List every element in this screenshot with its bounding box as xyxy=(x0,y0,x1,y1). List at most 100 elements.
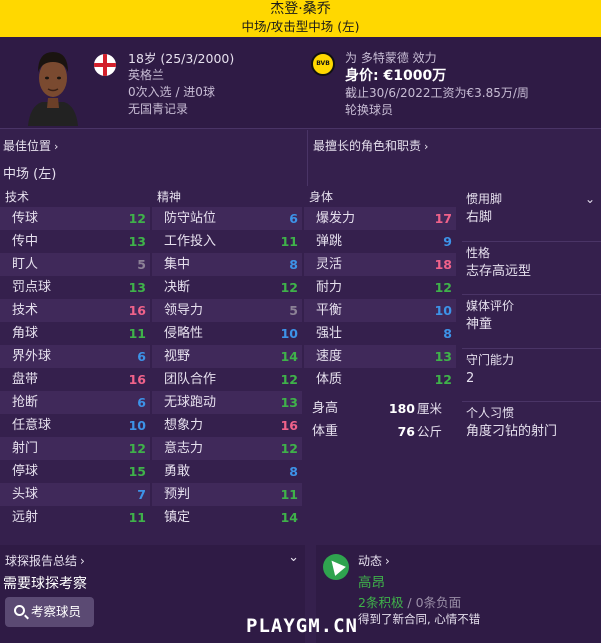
personality-title: 性格 xyxy=(466,245,491,260)
attribute-label: 强壮 xyxy=(316,326,343,341)
scout-report-title[interactable]: 球探报告总结 › xyxy=(5,552,85,569)
attribute-row[interactable]: 勇敢 8 xyxy=(152,460,302,483)
personality-value: 志存高远型 xyxy=(466,263,532,279)
attribute-value: 12 xyxy=(128,441,146,456)
attribute-value: 11 xyxy=(280,487,298,502)
best-role-panel[interactable]: 最擅长的角色和职责 › xyxy=(310,130,601,186)
attribute-value: 8 xyxy=(443,326,452,341)
attribute-label: 工作投入 xyxy=(164,234,217,249)
player-nationality[interactable]: 英格兰 xyxy=(128,67,234,84)
attribute-value: 12 xyxy=(434,280,452,295)
chevron-down-icon[interactable]: ⌄ xyxy=(585,192,595,206)
attribute-row[interactable]: 传中 13 xyxy=(0,230,150,253)
attribute-label: 射门 xyxy=(12,441,39,456)
scout-player-button[interactable]: 考察球员 xyxy=(5,597,94,627)
attribute-value: 13 xyxy=(128,234,146,249)
attribute-label: 盯人 xyxy=(12,257,39,272)
player-traits-item: 个人习惯 角度刁钻的射门 xyxy=(462,402,601,456)
attribute-row[interactable]: 罚点球 13 xyxy=(0,276,150,299)
player-traits-title: 个人习惯 xyxy=(466,406,515,420)
attribute-label: 远射 xyxy=(12,510,39,525)
attribute-value: 14 xyxy=(280,510,298,525)
attribute-row[interactable]: 速度 13 xyxy=(304,345,456,368)
player-caps-goals: 0次入选 / 进0球 xyxy=(128,85,215,99)
value-label: 身价: xyxy=(345,68,379,84)
attribute-row[interactable]: 团队合作 12 xyxy=(152,368,302,391)
attribute-label: 停球 xyxy=(12,464,39,479)
morale-counts: 2条积极 / 0条负面 xyxy=(358,592,461,611)
attribute-value: 6 xyxy=(289,211,298,226)
player-portrait[interactable] xyxy=(22,40,84,126)
best-position-title[interactable]: 最佳位置 › xyxy=(3,137,58,154)
morale-arrow-up-icon xyxy=(323,554,349,580)
attribute-value: 5 xyxy=(137,257,146,272)
attribute-row[interactable]: 盯人 5 xyxy=(0,253,150,276)
attribute-row[interactable]: 爆发力 17 xyxy=(304,207,456,230)
chevron-right-icon: › xyxy=(385,554,390,568)
height-weight: 身高 180 厘米 体重 76 公斤 xyxy=(304,397,456,443)
squad-status: 轮换球员 xyxy=(345,103,394,117)
player-club-info: 为 多特蒙德 效力 身价: €1000万 截止30/6/2022工资为€3.85… xyxy=(345,50,529,119)
attribute-row[interactable]: 远射 11 xyxy=(0,506,150,529)
attribute-row[interactable]: 传球 12 xyxy=(0,207,150,230)
club-line[interactable]: 为 多特蒙德 效力 xyxy=(345,50,529,67)
attribute-row[interactable]: 意志力 12 xyxy=(152,437,302,460)
counts-separator: / xyxy=(403,595,416,610)
attribute-row[interactable]: 停球 15 xyxy=(0,460,150,483)
attribute-row[interactable]: 界外球 6 xyxy=(0,345,150,368)
attribute-value: 6 xyxy=(137,349,146,364)
attribute-value: 16 xyxy=(128,303,146,318)
attribute-label: 平衡 xyxy=(316,303,343,318)
attribute-label: 技术 xyxy=(12,303,39,318)
attribute-row[interactable]: 强壮 8 xyxy=(304,322,456,345)
profile-strip: 18岁 (25/3/2000) 英格兰 0次入选 / 进0球 无国青记录 为 多… xyxy=(0,37,601,129)
player-traits-value: 角度刁钻的射门 xyxy=(466,424,558,439)
attribute-value: 15 xyxy=(128,464,146,479)
morale-detail: 得到了新合同, 心情不错 xyxy=(358,612,481,626)
attribute-label: 侵略性 xyxy=(164,326,204,341)
attribute-row[interactable]: 抢断 6 xyxy=(0,391,150,414)
attribute-row[interactable]: 领导力 5 xyxy=(152,299,302,322)
attribute-label: 传中 xyxy=(12,234,39,249)
dynamics-title[interactable]: 动态 › xyxy=(358,552,390,569)
attribute-row[interactable]: 灵活 18 xyxy=(304,253,456,276)
weight-row: 体重 76 公斤 xyxy=(304,420,456,443)
attribute-row[interactable]: 盘带 16 xyxy=(0,368,150,391)
chevron-down-icon[interactable]: ⌄ xyxy=(288,550,299,565)
physical-title: 身体 xyxy=(309,190,334,204)
attribute-row[interactable]: 头球 7 xyxy=(0,483,150,506)
attribute-row[interactable]: 角球 11 xyxy=(0,322,150,345)
negative-count: 0条负面 xyxy=(415,595,462,610)
best-position-panel[interactable]: 最佳位置 › 中场 (左) xyxy=(0,130,308,186)
attribute-label: 抢断 xyxy=(12,395,39,410)
club-badge-icon[interactable] xyxy=(311,52,335,76)
scout-report-title-text: 球探报告总结 xyxy=(5,554,78,568)
attribute-row[interactable]: 侵略性 10 xyxy=(152,322,302,345)
attribute-row[interactable]: 决断 12 xyxy=(152,276,302,299)
attribute-row[interactable]: 防守站位 6 xyxy=(152,207,302,230)
best-position-value: 中场 (左) xyxy=(3,167,57,182)
attribute-value: 8 xyxy=(289,464,298,479)
attribute-row[interactable]: 平衡 10 xyxy=(304,299,456,322)
attribute-row[interactable]: 耐力 12 xyxy=(304,276,456,299)
attribute-row[interactable]: 技术 16 xyxy=(0,299,150,322)
attribute-label: 任意球 xyxy=(12,418,52,433)
attribute-row[interactable]: 视野 14 xyxy=(152,345,302,368)
attribute-value: 13 xyxy=(434,349,452,364)
technical-attributes: 技术 传球 12 传中 13 盯人 5 罚点球 13 技术 16 角球 11 界外球 6 盘带 16 抢断 6 任意… xyxy=(0,188,150,529)
attribute-row[interactable]: 预判 11 xyxy=(152,483,302,506)
mental-title: 精神 xyxy=(157,190,182,204)
attribute-row[interactable]: 弹跳 9 xyxy=(304,230,456,253)
attribute-row[interactable]: 镇定 14 xyxy=(152,506,302,529)
best-role-title[interactable]: 最擅长的角色和职责 › xyxy=(313,137,428,154)
attribute-row[interactable]: 集中 8 xyxy=(152,253,302,276)
scout-player-button-label: 考察球员 xyxy=(31,604,82,619)
attribute-row[interactable]: 想象力 16 xyxy=(152,414,302,437)
attribute-row[interactable]: 体质 12 xyxy=(304,368,456,391)
attribute-row[interactable]: 无球跑动 13 xyxy=(152,391,302,414)
attribute-row[interactable]: 工作投入 11 xyxy=(152,230,302,253)
attribute-label: 灵活 xyxy=(316,257,343,272)
attribute-row[interactable]: 射门 12 xyxy=(0,437,150,460)
attribute-value: 16 xyxy=(128,372,146,387)
attribute-row[interactable]: 任意球 10 xyxy=(0,414,150,437)
